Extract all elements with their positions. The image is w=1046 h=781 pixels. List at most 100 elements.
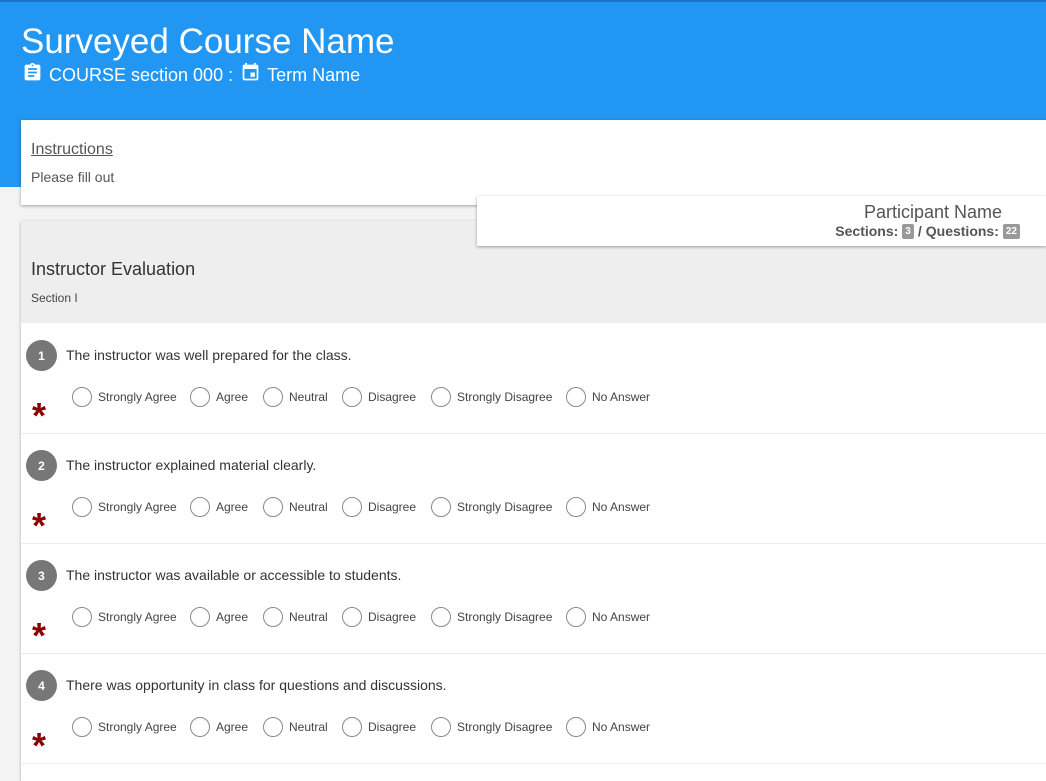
- answer-option-label: Strongly Disagree: [457, 720, 553, 734]
- answer-option[interactable]: Agree: [190, 605, 248, 629]
- radio-button[interactable]: [263, 387, 283, 407]
- questions-count-badge: 22: [1002, 223, 1020, 239]
- answer-option[interactable]: Agree: [190, 715, 248, 739]
- answer-option-label: Disagree: [368, 610, 417, 624]
- answer-option[interactable]: Disagree: [342, 495, 416, 519]
- answer-option[interactable]: Agree: [190, 495, 248, 519]
- required-asterisk-icon: *: [32, 505, 47, 546]
- answer-option-label: Strongly Agree: [98, 390, 177, 404]
- question-number-badge: 2: [26, 450, 57, 481]
- radio-button[interactable]: [263, 497, 283, 517]
- answer-option[interactable]: No Answer: [566, 715, 650, 739]
- required-asterisk-icon: *: [32, 725, 47, 766]
- answer-option[interactable]: Strongly Agree: [72, 495, 177, 519]
- answer-option-label: Strongly Agree: [98, 610, 177, 624]
- answer-option-label: Agree: [216, 500, 249, 514]
- radio-button[interactable]: [72, 717, 92, 737]
- question-text: The instructor was well prepared for the…: [66, 347, 352, 363]
- question-row: 1 The instructor was well prepared for th…: [21, 323, 1046, 434]
- radio-button[interactable]: [190, 717, 210, 737]
- answer-option-label: Disagree: [368, 720, 417, 734]
- radio-button[interactable]: [263, 717, 283, 737]
- question-text: The instructor was available or accessib…: [66, 567, 402, 583]
- instructions-title: Instructions: [31, 141, 113, 158]
- radio-button[interactable]: [431, 497, 451, 517]
- radio-button[interactable]: [431, 387, 451, 407]
- question-row: 4 There was opportunity in class for ques…: [21, 653, 1046, 764]
- answer-option-label: Strongly Agree: [98, 500, 177, 514]
- answer-option-label: Neutral: [289, 500, 328, 514]
- instructions-text: Please fill out: [31, 169, 115, 185]
- answer-option-label: Agree: [216, 610, 249, 624]
- answer-option[interactable]: Agree: [190, 385, 248, 409]
- answer-option[interactable]: Strongly Agree: [72, 385, 177, 409]
- answer-option[interactable]: Disagree: [342, 715, 416, 739]
- answer-option[interactable]: Strongly Disagree: [431, 605, 552, 629]
- required-asterisk-icon: *: [32, 395, 47, 436]
- answer-option-label: No Answer: [592, 720, 651, 734]
- question-row: 2 The instructor explained material clear…: [21, 433, 1046, 544]
- radio-button[interactable]: [566, 717, 586, 737]
- participant-panel: Participant Name Sections: 3 / Questions…: [477, 196, 1046, 246]
- radio-button[interactable]: [190, 387, 210, 407]
- sections-count-badge: 3: [902, 223, 914, 239]
- answer-option-label: Disagree: [368, 500, 417, 514]
- answer-option-label: Neutral: [289, 610, 328, 624]
- answer-option-label: Strongly Disagree: [457, 390, 553, 404]
- radio-button[interactable]: [190, 497, 210, 517]
- answer-option[interactable]: Neutral: [263, 605, 328, 629]
- radio-button[interactable]: [72, 607, 92, 627]
- answer-option[interactable]: No Answer: [566, 495, 650, 519]
- question-number-badge: 4: [26, 670, 57, 701]
- answer-option[interactable]: Strongly Disagree: [431, 495, 552, 519]
- stats-divider: /: [917, 223, 922, 239]
- term-name: Term Name: [267, 64, 361, 85]
- answer-option[interactable]: Neutral: [263, 715, 328, 739]
- radio-button[interactable]: [72, 387, 92, 407]
- answer-option[interactable]: Strongly Disagree: [431, 715, 552, 739]
- answer-option[interactable]: Strongly Disagree: [431, 385, 552, 409]
- answer-option-label: Strongly Agree: [98, 720, 177, 734]
- radio-button[interactable]: [263, 607, 283, 627]
- participant-name: Participant Name: [863, 202, 1002, 222]
- radio-button[interactable]: [566, 387, 586, 407]
- instructions-card: Instructions Please fill out: [21, 120, 1046, 205]
- answer-option[interactable]: Disagree: [342, 605, 416, 629]
- question-number-badge: 3: [26, 560, 57, 591]
- answer-option[interactable]: Disagree: [342, 385, 416, 409]
- question-row: 3 The instructor was available or accessi…: [21, 543, 1046, 654]
- course-section: COURSE section 000: [49, 64, 224, 85]
- answer-option-label: No Answer: [592, 500, 651, 514]
- radio-button[interactable]: [342, 497, 362, 517]
- section-title: Instructor Evaluation: [31, 259, 196, 279]
- question-text: The instructor explained material clearl…: [66, 457, 317, 473]
- answer-option[interactable]: No Answer: [566, 605, 650, 629]
- question-text: There was opportunity in class for quest…: [66, 677, 447, 693]
- radio-button[interactable]: [431, 607, 451, 627]
- answer-option-label: Agree: [216, 720, 249, 734]
- answer-option[interactable]: Neutral: [263, 385, 328, 409]
- participant-stats: Sections: 3 / Questions: 22: [835, 223, 1024, 239]
- radio-button[interactable]: [566, 497, 586, 517]
- radio-button[interactable]: [342, 387, 362, 407]
- radio-button[interactable]: [566, 607, 586, 627]
- answer-option[interactable]: No Answer: [566, 385, 650, 409]
- answer-option-label: Neutral: [289, 720, 328, 734]
- question-number-badge: 1: [26, 340, 57, 371]
- required-asterisk-icon: *: [32, 615, 47, 656]
- radio-button[interactable]: [342, 717, 362, 737]
- answer-option[interactable]: Neutral: [263, 495, 328, 519]
- radio-button[interactable]: [72, 497, 92, 517]
- answer-option-label: No Answer: [592, 390, 651, 404]
- section-subtitle: Section I: [31, 291, 78, 305]
- answer-option[interactable]: Strongly Agree: [72, 605, 177, 629]
- answer-option-label: Agree: [216, 390, 249, 404]
- questions-label: Questions:: [925, 223, 999, 239]
- radio-button[interactable]: [190, 607, 210, 627]
- calendar-icon: [240, 62, 261, 88]
- radio-button[interactable]: [431, 717, 451, 737]
- radio-button[interactable]: [342, 607, 362, 627]
- answer-option[interactable]: Strongly Agree: [72, 715, 177, 739]
- course-term-separator: :: [228, 64, 234, 85]
- answer-option-label: Strongly Disagree: [457, 610, 553, 624]
